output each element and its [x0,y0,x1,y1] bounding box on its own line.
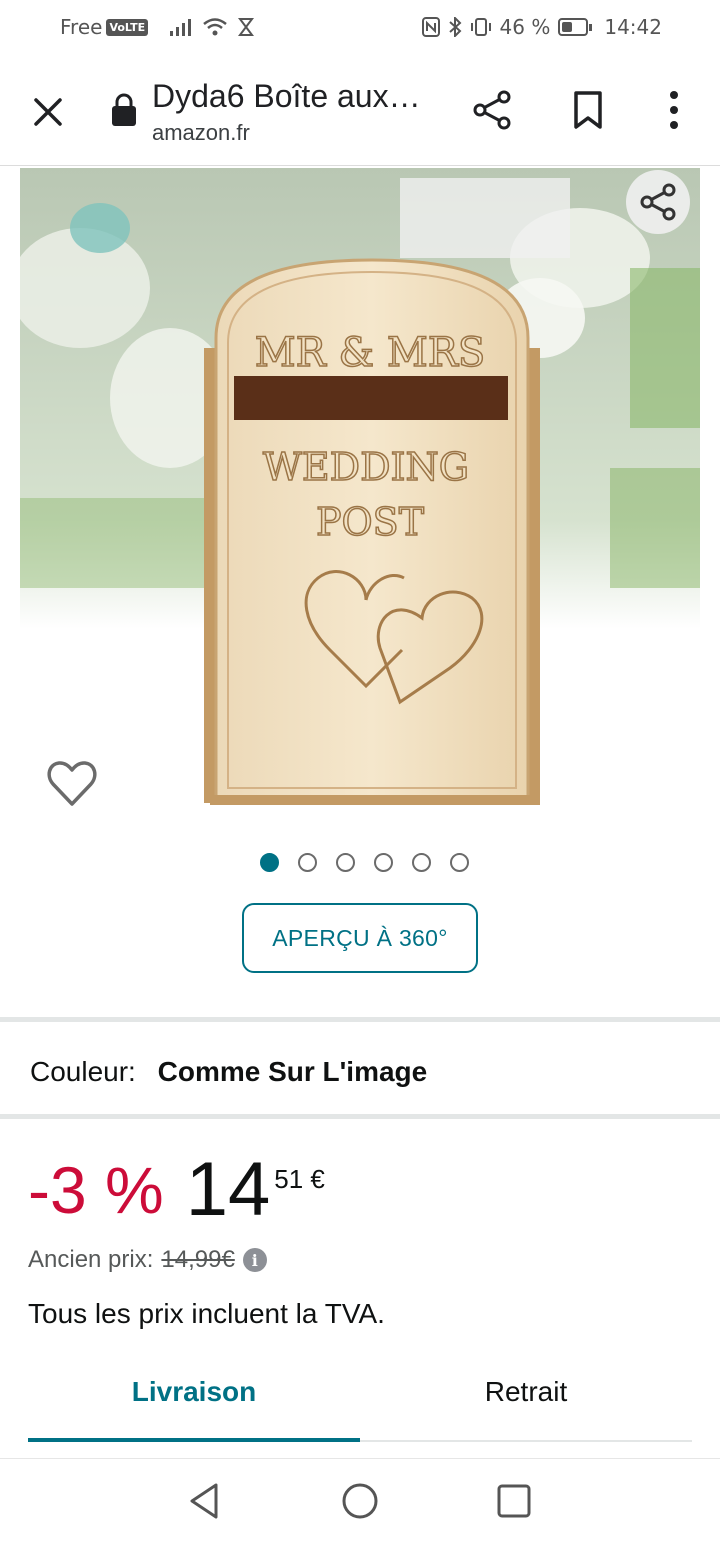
battery-icon [558,18,593,36]
carousel-dot[interactable] [335,853,355,872]
price-fraction-currency: 51 € [274,1164,325,1194]
browser-toolbar: Dyda6 Boîte aux… amazon.fr [0,56,720,166]
tax-note: Tous les prix incluent la TVA. [28,1298,385,1329]
color-selection: Couleur: Comme Sur L'image [30,1056,427,1088]
section-divider [0,1114,720,1119]
price-block: -3 % 14 51 € [28,1150,325,1230]
view-360-button[interactable]: APERÇU À 360° [242,903,478,973]
bluetooth-icon [448,17,461,37]
tab-retrait[interactable]: Retrait [360,1362,692,1440]
product-photo: MR & MRS WEDDING POST [20,168,700,808]
color-label: Couleur: [30,1056,136,1087]
section-divider [0,1017,720,1022]
back-icon[interactable] [186,1481,226,1521]
battery-percent: 46 % [499,15,551,39]
volte-badge: VoLTE [106,18,149,36]
price-whole: 14 [185,1147,271,1232]
status-bar: Free VoLTE 46 % 14:42 [0,0,720,56]
page-title[interactable]: Dyda6 Boîte aux… [152,78,421,115]
carousel-indicator [0,853,720,872]
info-icon[interactable]: i [242,1248,267,1272]
hourglass-icon [238,18,255,36]
carousel-dot[interactable] [297,853,317,872]
nfc-icon [421,17,440,37]
status-bar-left: Free VoLTE [60,15,255,39]
old-price-label: Ancien prix: [28,1246,154,1273]
vibrate-icon [470,18,491,36]
engraving-post: POST [316,500,424,544]
more-menu-icon[interactable] [666,90,682,130]
wifi-icon [203,18,227,36]
status-bar-right: 46 % 14:42 [421,15,662,39]
lock-icon [112,93,136,126]
carrier-name: Free [60,15,103,39]
share-icon [640,183,676,221]
discount-percent: -3 % [28,1153,164,1227]
carousel-dot-active[interactable] [259,853,279,872]
carousel-dot[interactable] [373,853,393,872]
close-icon[interactable] [30,94,66,130]
signal-icon [170,19,192,36]
engraving-mr-mrs: MR & MRS [255,330,486,376]
bookmark-icon[interactable] [572,90,604,130]
page-url[interactable]: amazon.fr [152,120,250,146]
share-icon[interactable] [472,90,512,130]
home-icon[interactable] [340,1481,380,1521]
image-share-button[interactable] [626,170,690,234]
color-value: Comme Sur L'image [157,1056,428,1087]
old-price-row: Ancien prix: 14,99€ i [28,1246,267,1274]
carousel-dot[interactable] [449,853,469,872]
heart-icon[interactable] [46,758,98,810]
tab-livraison[interactable]: Livraison [28,1362,360,1442]
clock: 14:42 [604,15,662,39]
system-nav-bar [0,1458,720,1541]
engraving-wedding: WEDDING [263,445,469,489]
old-price-value: 14,99€ [161,1246,235,1273]
carousel-dot[interactable] [411,853,431,872]
delivery-tabs: Livraison Retrait [28,1362,692,1442]
recents-icon[interactable] [494,1481,534,1521]
product-image[interactable]: MR & MRS WEDDING POST [20,168,700,808]
